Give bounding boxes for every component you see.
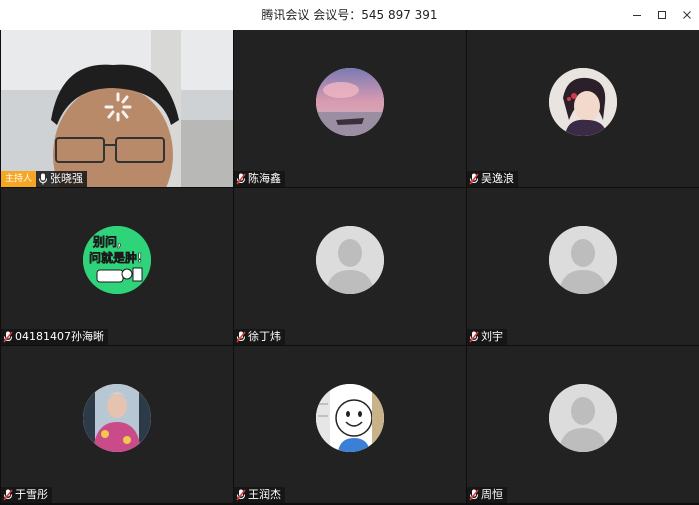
sticker-text-line1: 别问, xyxy=(92,234,122,249)
mic-muted-icon xyxy=(236,173,246,185)
participant-name: 王润杰 xyxy=(248,488,281,501)
participant-tile-5[interactable]: 徐丁炜 xyxy=(234,188,466,345)
host-badge: 主持人 xyxy=(1,171,37,187)
camera-video-feed xyxy=(1,30,233,187)
mic-muted-icon xyxy=(3,489,13,501)
participant-tile-9[interactable]: 周恒 xyxy=(467,346,699,503)
participant-tile-6[interactable]: 刘宇 xyxy=(467,188,699,345)
participant-name: 吴逸浪 xyxy=(481,172,514,185)
mic-on-icon xyxy=(39,173,48,185)
window-title: 腾讯会议 会议号：545 897 391 xyxy=(261,8,438,22)
participant-tile-2[interactable]: 陈海鑫 xyxy=(234,30,466,187)
mic-muted-icon xyxy=(236,331,246,343)
cartoon-smiley-avatar xyxy=(316,383,384,452)
participant-name: 刘宇 xyxy=(481,330,503,343)
mic-muted-icon xyxy=(3,331,13,343)
default-person-avatar xyxy=(549,225,617,294)
mic-muted-icon xyxy=(469,331,479,343)
close-icon[interactable] xyxy=(674,0,699,30)
participant-name: 陈海鑫 xyxy=(248,172,281,185)
mic-muted-icon xyxy=(236,489,246,501)
anime-character-avatar xyxy=(549,67,617,136)
participant-name: 周恒 xyxy=(481,488,503,501)
maximize-icon[interactable] xyxy=(649,0,674,30)
default-person-avatar xyxy=(549,383,617,452)
participant-tile-7[interactable]: 于雪彤 xyxy=(1,346,233,503)
sunset-photo-avatar xyxy=(316,67,384,136)
participant-tile-4[interactable]: 别问, 问就是肿! 04181407孙海晰 xyxy=(1,188,233,345)
participant-tile-1[interactable]: 主持人 张晓强 xyxy=(1,30,233,187)
participant-tile-8[interactable]: 王润杰 xyxy=(234,346,466,503)
mic-muted-icon xyxy=(469,173,479,185)
window-controls xyxy=(624,0,699,30)
photo-avatar xyxy=(83,383,151,452)
nameplate: 主持人 张晓强 xyxy=(1,171,88,187)
title-bar: 腾讯会议 会议号：545 897 391 xyxy=(0,0,699,30)
participant-name: 04181407孙海晰 xyxy=(15,330,104,343)
participant-name: 张晓强 xyxy=(50,172,84,185)
participant-name: 徐丁炜 xyxy=(248,330,281,343)
mic-muted-icon xyxy=(469,489,479,501)
minimize-icon[interactable] xyxy=(624,0,649,30)
green-sticker-avatar: 别问, 问就是肿! xyxy=(83,225,151,294)
sticker-text-line2: 问就是肿! xyxy=(89,250,142,265)
default-person-avatar xyxy=(316,225,384,294)
participant-tile-3[interactable]: 吴逸浪 xyxy=(467,30,699,187)
participant-name: 于雪彤 xyxy=(15,488,48,501)
participant-grid: 主持人 张晓强 陈海鑫 吴逸浪 别问, 问就是肿! 04181407孙海晰 徐丁… xyxy=(0,30,699,505)
